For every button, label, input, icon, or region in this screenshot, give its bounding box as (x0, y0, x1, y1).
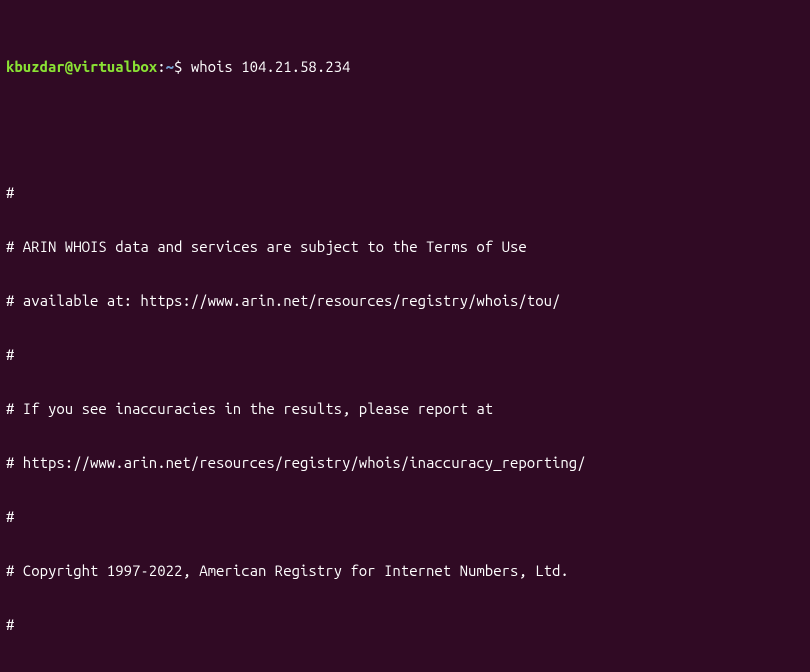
comment-line: # Copyright 1997-2022, American Registry… (6, 562, 804, 580)
terminal-window[interactable]: kbuzdar@virtualbox:~$ whois 104.21.58.23… (0, 0, 810, 672)
comment-line: # (6, 184, 804, 202)
prompt-cwd: ~ (166, 58, 174, 75)
prompt-dollar: $ (174, 58, 182, 75)
prompt-colon: : (157, 58, 165, 75)
prompt-user-host: kbuzdar@virtualbox (6, 58, 157, 75)
comment-line: # available at: https://www.arin.net/res… (6, 292, 804, 310)
command-text: whois 104.21.58.234 (191, 58, 351, 75)
comment-line: # (6, 508, 804, 526)
comment-line: # If you see inaccuracies in the results… (6, 400, 804, 418)
comment-line: # https://www.arin.net/resources/registr… (6, 454, 804, 472)
comment-line: # (6, 616, 804, 634)
prompt-line: kbuzdar@virtualbox:~$ whois 104.21.58.23… (6, 58, 804, 76)
comment-line: # ARIN WHOIS data and services are subje… (6, 238, 804, 256)
blank-line (6, 112, 804, 130)
comment-line: # (6, 346, 804, 364)
